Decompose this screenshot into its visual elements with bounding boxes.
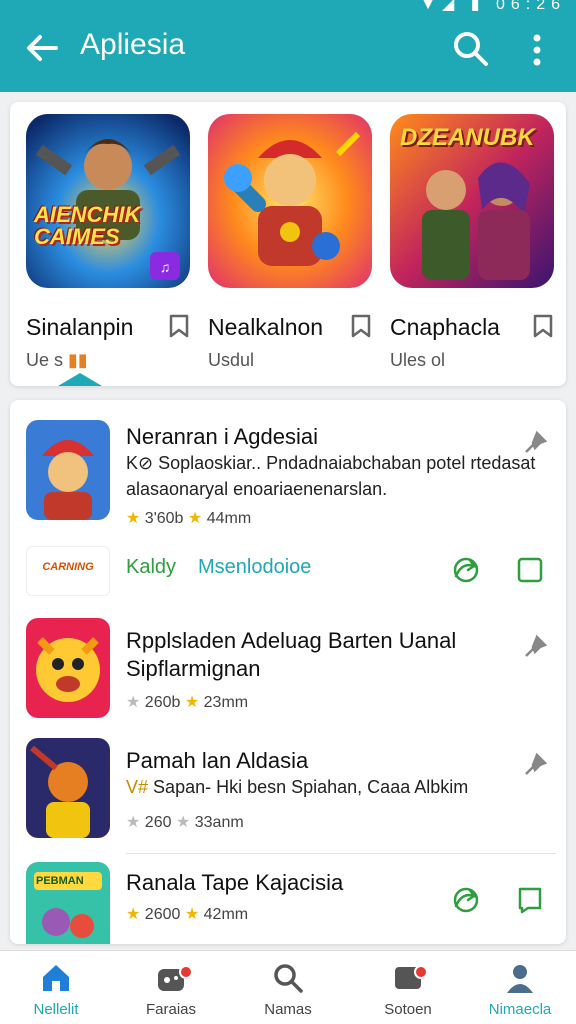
tag-link-kaldy[interactable]: Kaldy	[126, 556, 176, 579]
more-vert-icon[interactable]	[522, 30, 552, 70]
featured-art-3[interactable]: DZEANUBK	[390, 114, 554, 288]
app-list: Neranran i Agdesiai K⊘ Soplaoskiar.. Pnd…	[10, 400, 566, 944]
featured-name-1: Sinalanpin	[26, 314, 134, 340]
list-item-rating: ★ 260 ★ 33anm	[126, 814, 244, 831]
list-item-desc: K⊘ Soplaoskiar.. Pndadnaiabchaban potel …	[126, 453, 536, 499]
notification-badge	[179, 965, 193, 979]
featured-carousel: ♫ AIENCHIK CAIMES Sinalanpin Ue s ▮▮ Nea…	[10, 102, 566, 386]
nav-profile[interactable]: Nimaecla	[470, 961, 570, 1018]
app-icon-1[interactable]	[26, 420, 110, 520]
list-item-subtitle: Sipflarmignan	[126, 656, 261, 681]
app-icon-2[interactable]	[26, 618, 110, 718]
nav-notifications[interactable]: Sotoen	[358, 961, 458, 1018]
bookmark-icon[interactable]	[516, 556, 544, 584]
star-icon: ★	[175, 814, 191, 831]
nav-label: Faraias	[145, 1001, 197, 1018]
bottom-navigation: Nellelit Faraias Namas Sotoen Nimaecla	[0, 950, 576, 1024]
bookmark-icon[interactable]	[168, 314, 190, 338]
profile-icon	[507, 965, 533, 993]
app-icon-4[interactable]: PEBMAN	[26, 862, 110, 944]
svg-text:♫: ♫	[160, 259, 171, 275]
search-icon[interactable]	[452, 30, 490, 68]
star-icon: ★	[126, 814, 141, 831]
nav-search[interactable]: Namas	[238, 961, 338, 1018]
list-item-rating: ★ 260b ★ 23mm	[126, 694, 249, 711]
featured-art-title: AIENCHIK CAIMES	[34, 202, 141, 249]
star-icon: ★	[126, 510, 141, 527]
featured-art-1[interactable]: ♫ AIENCHIK CAIMES	[26, 114, 190, 288]
app-bar: ▼◢ ▮ 06:26 Apliesia	[0, 0, 576, 92]
nav-label: Nimaecla	[488, 1001, 552, 1018]
star-icon: ★	[184, 906, 200, 923]
share-icon[interactable]	[452, 886, 480, 914]
search-icon	[274, 964, 303, 993]
nav-label: Sotoen	[384, 1001, 432, 1018]
bookmark-icon[interactable]	[516, 886, 544, 914]
list-item-rating: ★ 3'60b ★ 44mm	[126, 510, 252, 527]
list-item-rating: ★ 2600 ★ 42mm	[126, 906, 249, 923]
developer-logo: CARNING	[26, 546, 110, 596]
featured-sub-2: Usdul	[208, 350, 255, 370]
list-item-desc: V# Sapan- Hki besn Spiahan, Caaa Albkim	[126, 777, 469, 797]
featured-name-3: Cnaphacla	[390, 314, 500, 340]
back-arrow-icon[interactable]	[22, 28, 62, 68]
featured-card-2[interactable]: Nealkalnon Usdul	[208, 114, 372, 370]
featured-card-1[interactable]: ♫ AIENCHIK CAIMES Sinalanpin Ue s ▮▮	[26, 114, 190, 370]
star-icon: ★	[126, 694, 141, 711]
nav-label: Nellelit	[33, 1001, 79, 1018]
featured-art-title: DZEANUBK	[400, 124, 535, 151]
star-icon: ★	[184, 694, 200, 711]
nav-games[interactable]: Faraias	[121, 961, 221, 1018]
bookmark-icon[interactable]	[532, 314, 554, 338]
list-item-title[interactable]: Ranala Tape Kajacisia	[126, 870, 343, 896]
nav-label: Namas	[264, 1001, 312, 1018]
featured-sub-1: Ue s ▮▮	[26, 350, 88, 370]
nav-home[interactable]: Nellelit	[6, 961, 106, 1018]
featured-art-2[interactable]	[208, 114, 372, 288]
tag-link-msenlodoioe[interactable]: Msenlodoioe	[198, 556, 311, 579]
home-icon	[43, 965, 69, 991]
pin-icon[interactable]	[522, 430, 548, 456]
star-icon: ★	[187, 510, 203, 527]
featured-card-3[interactable]: DZEANUBK Cnaphacla Ules ol	[390, 114, 554, 370]
share-icon[interactable]	[452, 556, 480, 584]
pin-icon[interactable]	[522, 634, 548, 660]
app-icon-3[interactable]	[26, 738, 110, 838]
list-item-title[interactable]: Neranran i Agdesiai	[126, 424, 318, 450]
pin-icon[interactable]	[522, 752, 548, 778]
selection-indicator	[58, 373, 102, 386]
featured-name-2: Nealkalnon	[208, 314, 324, 340]
page-title: Apliesia	[80, 28, 186, 61]
list-item-title[interactable]: Pamah lan Aldasia	[126, 748, 308, 774]
app-icon-text: PEBMAN	[36, 875, 84, 887]
divider	[126, 853, 556, 854]
star-icon: ★	[126, 906, 141, 923]
status-bar: ▼◢ ▮ 06:26	[420, 0, 566, 13]
list-item-title[interactable]: Rpplsladen Adeluag Barten Uanal	[126, 628, 456, 654]
featured-sub-3: Ules ol	[390, 350, 446, 370]
notification-badge	[414, 965, 428, 979]
bookmark-icon[interactable]	[350, 314, 372, 338]
